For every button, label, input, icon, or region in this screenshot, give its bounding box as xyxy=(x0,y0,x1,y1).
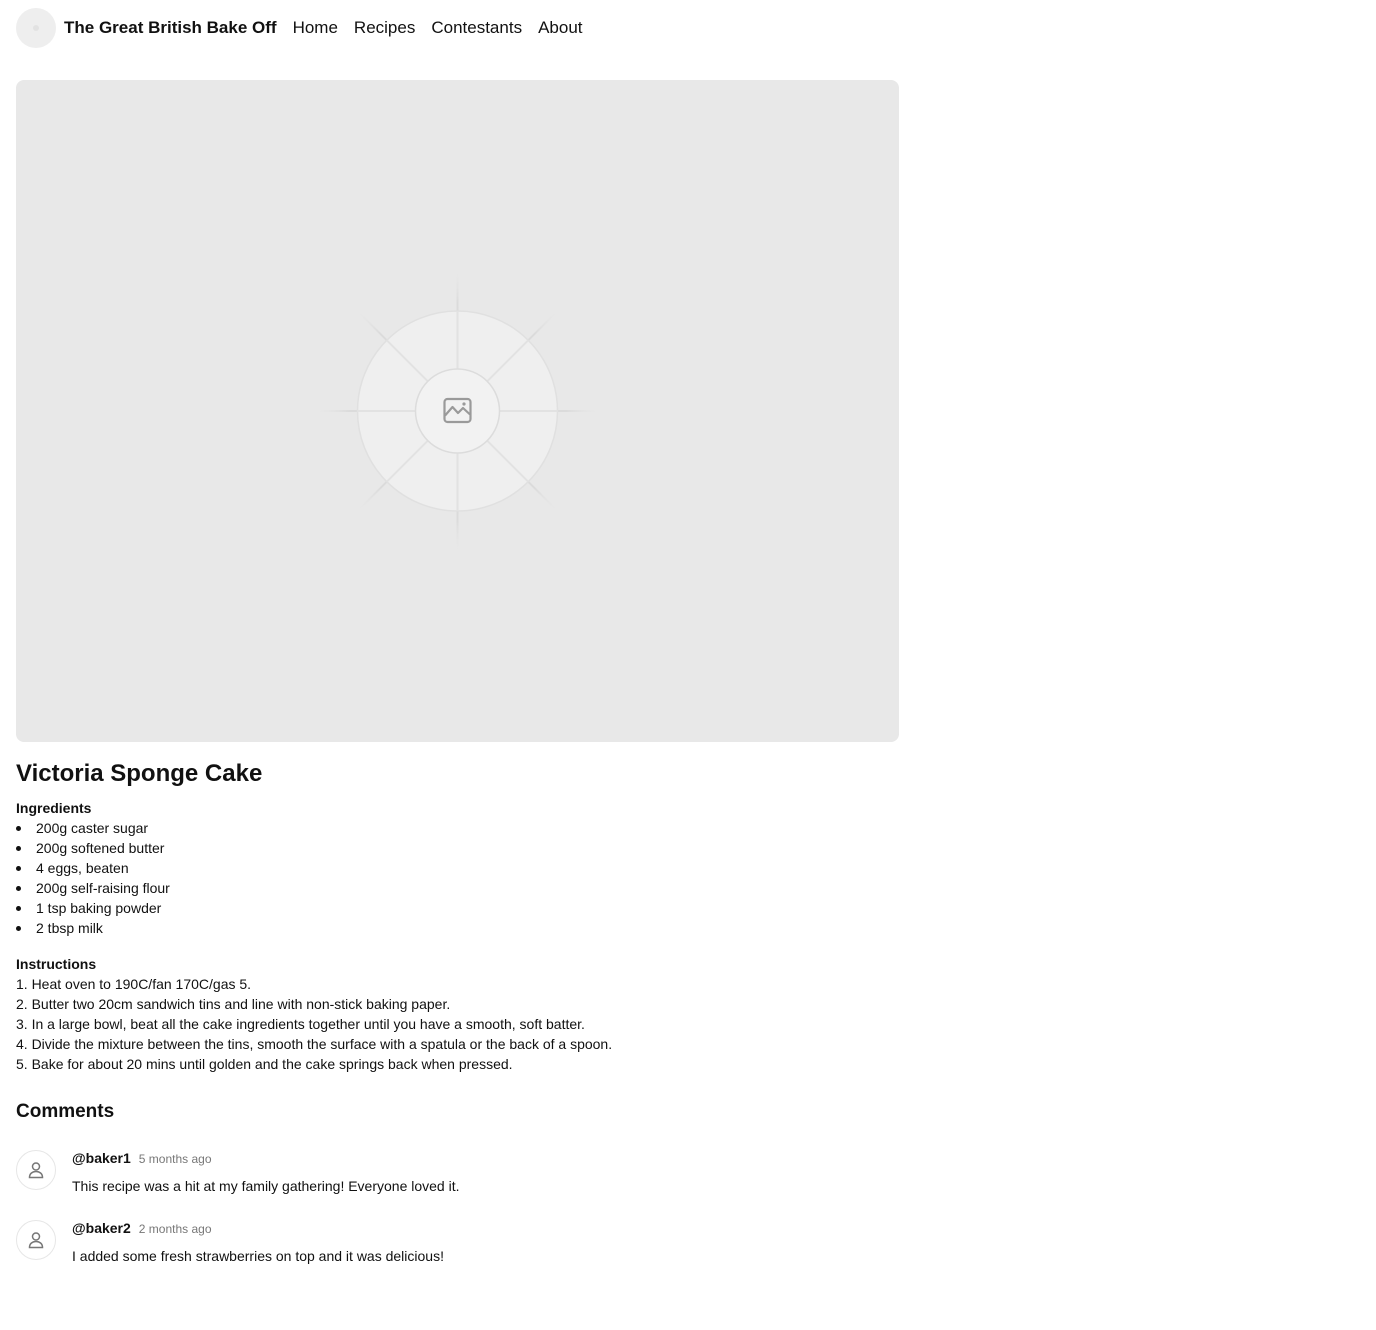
main-nav: Home Recipes Contestants About xyxy=(293,18,599,38)
site-title[interactable]: The Great British Bake Off xyxy=(64,18,277,38)
ingredient-item: 200g self-raising flour xyxy=(16,878,170,898)
comment-timestamp: 5 months ago xyxy=(138,1152,212,1166)
comment-text: This recipe was a hit at my family gathe… xyxy=(72,1178,460,1194)
instruction-step: 2. Butter two 20cm sandwich tins and lin… xyxy=(16,996,451,1012)
logo-icon xyxy=(33,25,39,31)
comment-text: I added some fresh strawberries on top a… xyxy=(72,1248,444,1264)
avatar[interactable] xyxy=(16,1220,56,1260)
nav-contestants-link[interactable]: Contestants xyxy=(431,18,522,38)
ingredient-item: 200g caster sugar xyxy=(16,818,170,838)
instructions-heading: Instructions xyxy=(16,956,97,972)
user-icon xyxy=(28,1162,44,1179)
comment-username[interactable]: @baker2 xyxy=(72,1220,131,1236)
ingredient-item: 1 tsp baking powder xyxy=(16,898,170,918)
instruction-step: 1. Heat oven to 190C/fan 170C/gas 5. xyxy=(16,976,252,992)
comment-timestamp: 2 months ago xyxy=(138,1222,212,1236)
recipe-image-placeholder xyxy=(16,80,899,742)
comment-item: @baker2 2 months ago I added some fresh … xyxy=(16,1220,444,1266)
ingredient-item: 200g softened butter xyxy=(16,838,170,858)
nav-about-link[interactable]: About xyxy=(538,18,582,38)
comment-body: @baker1 5 months ago This recipe was a h… xyxy=(72,1150,460,1196)
comments-heading: Comments xyxy=(16,1101,115,1122)
comment-body: @baker2 2 months ago I added some fresh … xyxy=(72,1220,444,1266)
comment-username[interactable]: @baker1 xyxy=(72,1150,131,1166)
ingredients-list: 200g caster sugar 200g softened butter 4… xyxy=(16,818,170,938)
instruction-step: 3. In a large bowl, beat all the cake in… xyxy=(16,1016,585,1032)
ingredient-item: 2 tbsp milk xyxy=(16,918,170,938)
ingredient-item: 4 eggs, beaten xyxy=(16,858,170,878)
site-logo[interactable] xyxy=(16,8,56,48)
comment-item: @baker1 5 months ago This recipe was a h… xyxy=(16,1150,460,1196)
recipe-title: Victoria Sponge Cake xyxy=(16,760,263,787)
user-icon xyxy=(28,1232,44,1249)
ingredients-heading: Ingredients xyxy=(16,800,92,816)
placeholder-graphic xyxy=(316,270,599,552)
nav-home-link[interactable]: Home xyxy=(293,18,338,38)
comment-meta: @baker2 2 months ago xyxy=(72,1220,444,1240)
instruction-step: 5. Bake for about 20 mins until golden a… xyxy=(16,1056,513,1072)
instructions-list: 1. Heat oven to 190C/fan 170C/gas 5. 2. … xyxy=(16,974,612,1074)
site-header: The Great British Bake Off Home Recipes … xyxy=(16,8,599,48)
comment-meta: @baker1 5 months ago xyxy=(72,1150,460,1170)
instruction-step: 4. Divide the mixture between the tins, … xyxy=(16,1036,613,1052)
avatar[interactable] xyxy=(16,1150,56,1190)
nav-recipes-link[interactable]: Recipes xyxy=(354,18,415,38)
